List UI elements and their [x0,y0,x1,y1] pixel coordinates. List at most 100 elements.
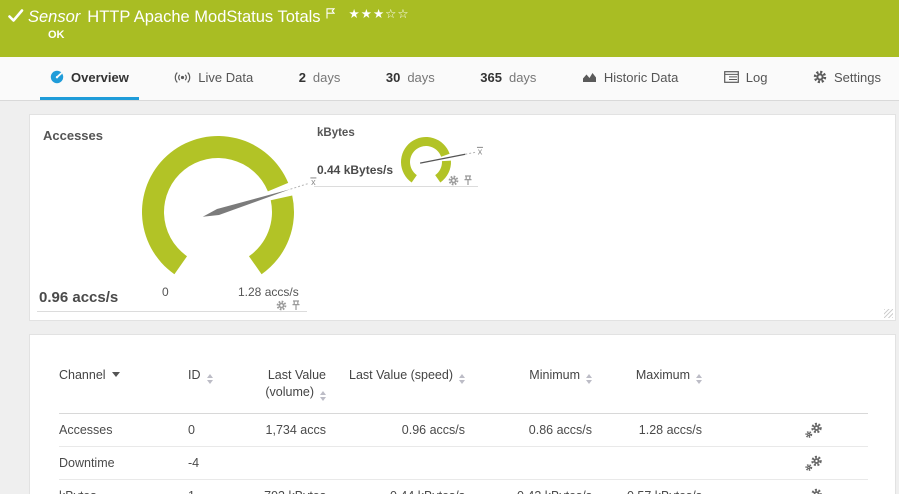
tab-label: Historic Data [604,70,678,85]
col-label: Maximum [636,368,690,382]
maximum-value [592,446,702,479]
tab-label: days [407,70,434,85]
prtg-sensor-page: Sensor HTTP Apache ModStatus Totals ★★★☆… [0,0,899,494]
status-badge: OK [48,29,65,41]
sort-icon [586,374,592,384]
tab-365-days[interactable]: 365 days [470,57,546,100]
tab-label: Live Data [198,70,253,85]
tab-label: Settings [834,70,881,85]
edit-channel-gears-icon[interactable] [804,422,824,439]
channel-id: 0 [188,413,248,446]
kbytes-widget-controls [448,175,473,186]
table-row: Accesses 0 1,734 accs 0.96 accs/s 0.86 a… [59,413,868,446]
accesses-scale-max: 1.28 accs/s [238,285,299,299]
channel-table: Channel ID Last Value (volume) Last Valu… [59,365,868,494]
tab-label: days [509,70,536,85]
widget-pin-icon[interactable] [291,300,301,311]
channel-id: -4 [188,446,248,479]
col-label: Minimum [529,368,580,382]
tab-live-data[interactable]: Live Data [164,57,263,100]
priority-stars[interactable]: ★★★☆☆ [349,6,410,21]
table-header-row: Channel ID Last Value (volume) Last Valu… [59,365,868,413]
gauges-panel: Accesses x 0.96 accs/s 0 1.28 accs/s kBy… [29,114,896,321]
stars-filled: ★★★ [349,7,386,21]
object-type-label: Sensor [28,6,80,28]
accesses-gauge: x [130,123,330,298]
channel-name: Accesses [59,413,188,446]
last-value-volume: 793 kBytes [248,479,326,494]
tab-2-days[interactable]: 2 days [289,57,351,100]
col-header-channel[interactable]: Channel [59,365,188,413]
ok-check-icon [8,9,24,23]
sort-icon [207,374,213,384]
channel-name: Downtime [59,446,188,479]
col-label: Last Value (volume) [265,368,326,399]
gauge-title-accesses: Accesses [43,128,103,143]
maximum-value: 1.28 accs/s [592,413,702,446]
sort-desc-icon [112,372,120,377]
area-chart-icon [582,71,597,83]
widget-pin-icon[interactable] [463,175,473,186]
tab-overview[interactable]: Overview [40,57,139,100]
minimum-value: 0.86 accs/s [465,413,592,446]
kbytes-gauge: x [382,121,497,187]
sort-icon [696,374,702,384]
tab-number: 2 [299,70,306,85]
widget-divider [37,311,307,312]
col-header-maximum[interactable]: Maximum [592,365,702,413]
title-row: Sensor HTTP Apache ModStatus Totals ★★★☆… [28,6,410,28]
tab-label: Log [746,70,768,85]
maximum-value: 0.57 kBytes/s [592,479,702,494]
last-value-volume: 1,734 accs [248,413,326,446]
sort-icon [320,391,326,401]
bookmark-flag-icon[interactable] [326,6,335,24]
col-label: ID [188,368,201,382]
col-header-last-value-speed[interactable]: Last Value (speed) [326,365,465,413]
resize-handle[interactable] [884,309,893,318]
sort-icon [459,374,465,384]
widget-gear-icon[interactable] [448,175,459,186]
stars-empty: ☆☆ [385,7,409,21]
edit-channel-gears-icon[interactable] [804,488,824,494]
col-header-id[interactable]: ID [188,365,248,413]
accesses-scale-min: 0 [162,285,169,299]
tab-label: Overview [71,70,129,85]
tab-historic-data[interactable]: Historic Data [572,57,688,100]
col-header-last-value-volume[interactable]: Last Value (volume) [248,365,326,413]
channel-id: 1 [188,479,248,494]
last-value-volume [248,446,326,479]
col-label: Channel [59,368,106,382]
svg-text:x: x [478,146,483,156]
page-title: HTTP Apache ModStatus Totals [87,6,320,28]
tab-settings[interactable]: Settings [803,57,891,100]
kbytes-current-value: 0.44 kBytes/s [317,163,393,177]
tab-log[interactable]: Log [714,57,778,100]
live-data-icon [174,71,191,84]
tab-number: 30 [386,70,400,85]
col-label: Last Value (speed) [349,368,453,382]
table-row: kBytes 1 793 kBytes 0.44 kBytes/s 0.43 k… [59,479,868,494]
widget-gear-icon[interactable] [276,300,287,311]
gauge-icon [50,70,64,84]
widget-divider [314,186,478,187]
accesses-widget-controls [276,300,301,311]
accesses-current-value: 0.96 accs/s [39,289,118,306]
tab-bar: Overview Live Data 2 days 30 days 365 da… [0,57,899,101]
tab-label: days [313,70,340,85]
log-icon [724,71,739,83]
channel-name: kBytes [59,479,188,494]
minimum-value: 0.43 kBytes/s [465,479,592,494]
last-value-speed [326,446,465,479]
gear-icon [813,70,827,84]
gauge-title-kbytes: kBytes [317,127,355,139]
last-value-speed: 0.96 accs/s [326,413,465,446]
last-value-speed: 0.44 kBytes/s [326,479,465,494]
channels-panel: Channel ID Last Value (volume) Last Valu… [29,334,896,494]
minimum-value [465,446,592,479]
edit-channel-gears-icon[interactable] [804,455,824,472]
col-header-minimum[interactable]: Minimum [465,365,592,413]
col-header-actions [702,365,868,413]
tab-30-days[interactable]: 30 days [376,57,445,100]
sensor-header: Sensor HTTP Apache ModStatus Totals ★★★☆… [0,0,899,57]
table-row: Downtime -4 [59,446,868,479]
